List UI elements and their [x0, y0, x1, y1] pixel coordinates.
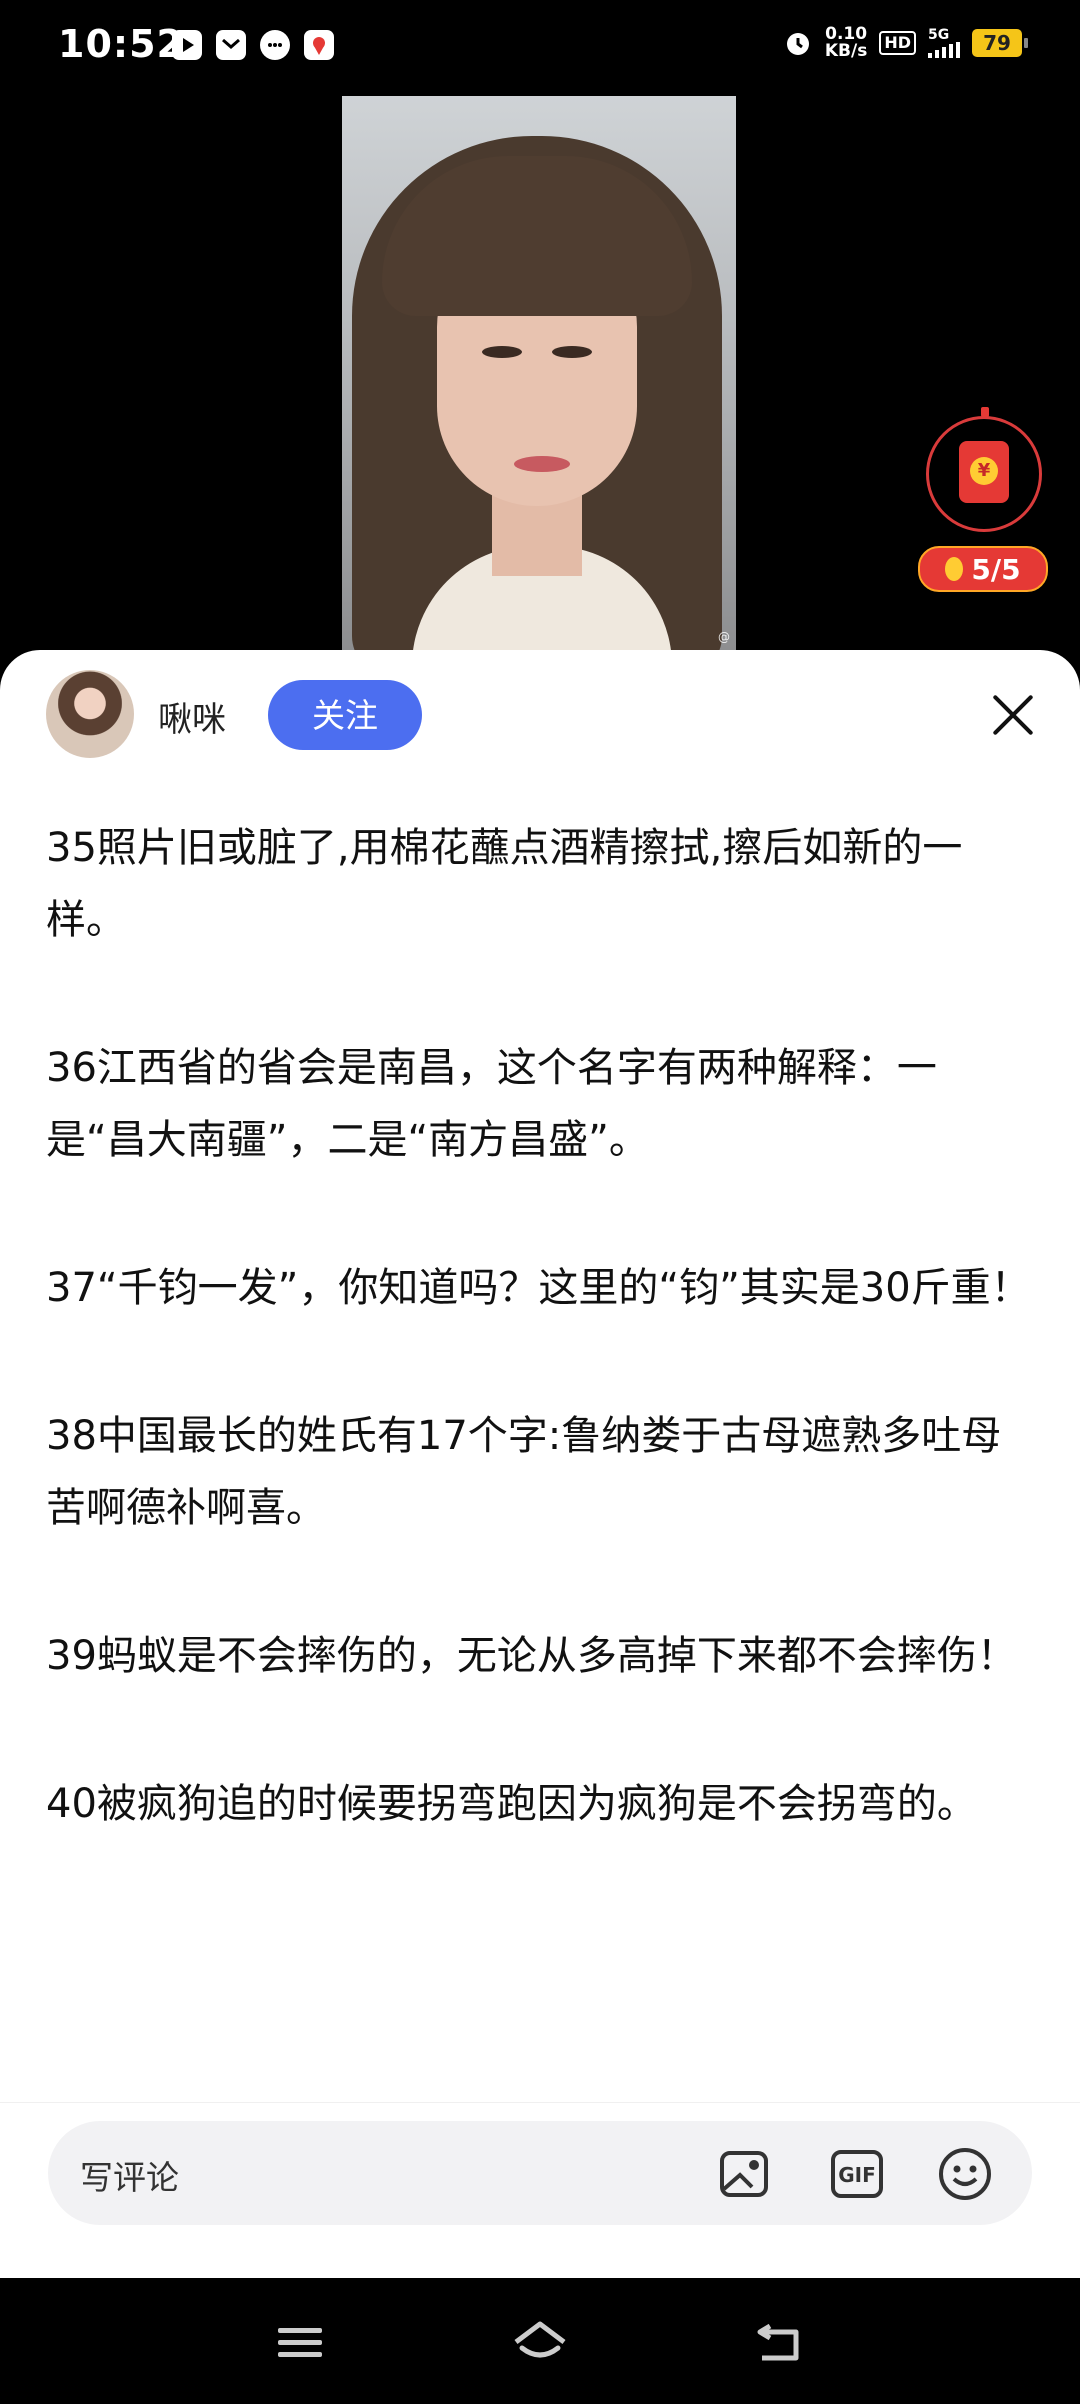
hd-voice-badge: HD: [879, 31, 916, 55]
red-packet-indicator-dot: [981, 407, 989, 417]
clock: 10:52: [58, 22, 184, 66]
yuan-coin-icon: ¥: [970, 457, 998, 485]
network-type: 5G: [928, 27, 950, 43]
system-navigation-bar: [0, 2278, 1080, 2404]
post-paragraph: 39蚂蚁是不会摔伤的，无论从多高掉下来都不会摔伤！: [46, 1633, 1017, 1679]
alarm-icon: [786, 33, 809, 55]
video-player[interactable]: @: [342, 96, 736, 650]
gold-egg-icon: [945, 557, 964, 581]
post-paragraph: 40被疯狗追的时候要拐弯跑因为疯狗是不会拐弯的。: [46, 1781, 977, 1827]
video-watermark: @: [718, 630, 730, 644]
author-header: 啾咪 关注: [0, 650, 1080, 780]
close-icon[interactable]: [990, 692, 1036, 738]
back-icon[interactable]: [750, 2318, 810, 2368]
author-name[interactable]: 啾咪: [158, 692, 226, 741]
map-notification-icon: [304, 30, 334, 60]
status-bar: 10:52 0.10 KB/s HD 5G 79: [0, 0, 1080, 96]
post-sheet: 啾咪 关注 35照片旧或脏了,用棉花蘸点酒精擦拭,擦后如新的一样。 36江西省的…: [0, 650, 1080, 2278]
post-paragraph: 36江西省的省会是南昌，这个名字有两种解释：一是“昌大南疆”，二是“南方昌盛”。: [46, 1045, 937, 1163]
red-packet-button[interactable]: ¥: [926, 407, 1042, 532]
follow-button[interactable]: 关注: [268, 680, 422, 750]
comment-input[interactable]: 写评论 GIF: [48, 2121, 1032, 2225]
message-notification-icon: [260, 30, 290, 60]
mail-notification-icon: [216, 30, 246, 60]
post-body: 35照片旧或脏了,用棉花蘸点酒精擦拭,擦后如新的一样。 36江西省的省会是南昌，…: [46, 812, 1036, 1916]
video-frame-eye-right: [552, 346, 592, 358]
signal-indicator: 5G: [928, 28, 960, 58]
video-frame-lips: [514, 456, 570, 472]
emoji-icon[interactable]: [938, 2147, 992, 2201]
home-icon[interactable]: [510, 2318, 570, 2368]
comment-bar: 写评论 GIF: [0, 2102, 1080, 2279]
video-frame-eye-left: [482, 346, 522, 358]
reward-counter[interactable]: 5/5: [918, 546, 1048, 592]
comment-placeholder: 写评论: [80, 2158, 179, 2197]
battery-icon: 79: [972, 29, 1028, 57]
image-picker-icon[interactable]: [718, 2147, 772, 2201]
notification-icons: [172, 30, 334, 60]
video-app-notification-icon: [172, 30, 202, 60]
network-speed: 0.10 KB/s: [825, 26, 867, 60]
menu-icon[interactable]: [270, 2318, 330, 2368]
signal-bars-icon: [928, 42, 960, 58]
gif-icon[interactable]: GIF: [830, 2147, 884, 2201]
post-paragraph: 37“千钧一发”，你知道吗？这里的“钧”其实是30斤重！: [46, 1265, 1031, 1311]
post-paragraph: 35照片旧或脏了,用棉花蘸点酒精擦拭,擦后如新的一样。: [46, 825, 963, 943]
status-indicators: 0.10 KB/s HD 5G 79: [783, 26, 1028, 60]
reward-counter-label: 5/5: [971, 552, 1021, 586]
network-speed-unit: KB/s: [824, 41, 868, 61]
post-paragraph: 38中国最长的姓氏有17个字:鲁纳娄于古母遮熟多吐母苦啊德补啊喜。: [46, 1413, 1002, 1531]
avatar[interactable]: [46, 670, 134, 758]
gif-label: GIF: [838, 2163, 876, 2187]
